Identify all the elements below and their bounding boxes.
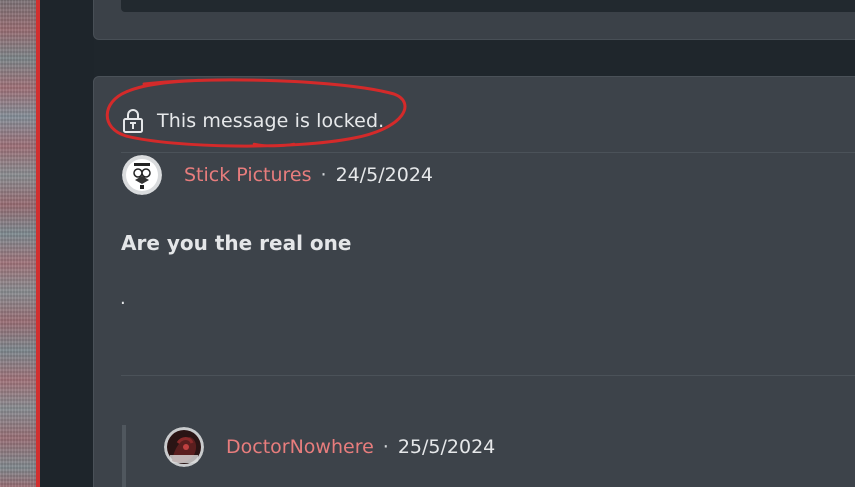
- reply-author-name-link[interactable]: DoctorNowhere: [226, 436, 374, 458]
- post-divider: [121, 375, 855, 376]
- avatar[interactable]: [164, 427, 204, 467]
- reply-date: 25/5/2024: [397, 436, 496, 458]
- post-extra-line: .: [120, 288, 126, 309]
- background-strip: [0, 0, 36, 487]
- previous-post-inner-block: [121, 0, 855, 12]
- post-meta: Stick Pictures · 24/5/2024: [122, 154, 433, 196]
- page-root: This message is locked. Stick Pictures ·…: [0, 0, 855, 487]
- locked-notice: This message is locked.: [122, 106, 384, 136]
- lock-icon: [122, 108, 144, 134]
- dark-gutter: [40, 0, 94, 487]
- header-divider: [121, 152, 855, 153]
- avatar[interactable]: [122, 155, 162, 195]
- post-date: 24/5/2024: [335, 164, 433, 186]
- locked-notice-text: This message is locked.: [157, 110, 385, 132]
- reply-meta-separator: ·: [382, 436, 389, 458]
- post-body-text: Are you the real one: [121, 231, 352, 255]
- reply-thread-rail: [122, 425, 126, 487]
- reply-meta: DoctorNowhere · 25/5/2024: [164, 426, 495, 468]
- author-name-link[interactable]: Stick Pictures: [184, 164, 312, 186]
- meta-separator: ·: [320, 164, 327, 186]
